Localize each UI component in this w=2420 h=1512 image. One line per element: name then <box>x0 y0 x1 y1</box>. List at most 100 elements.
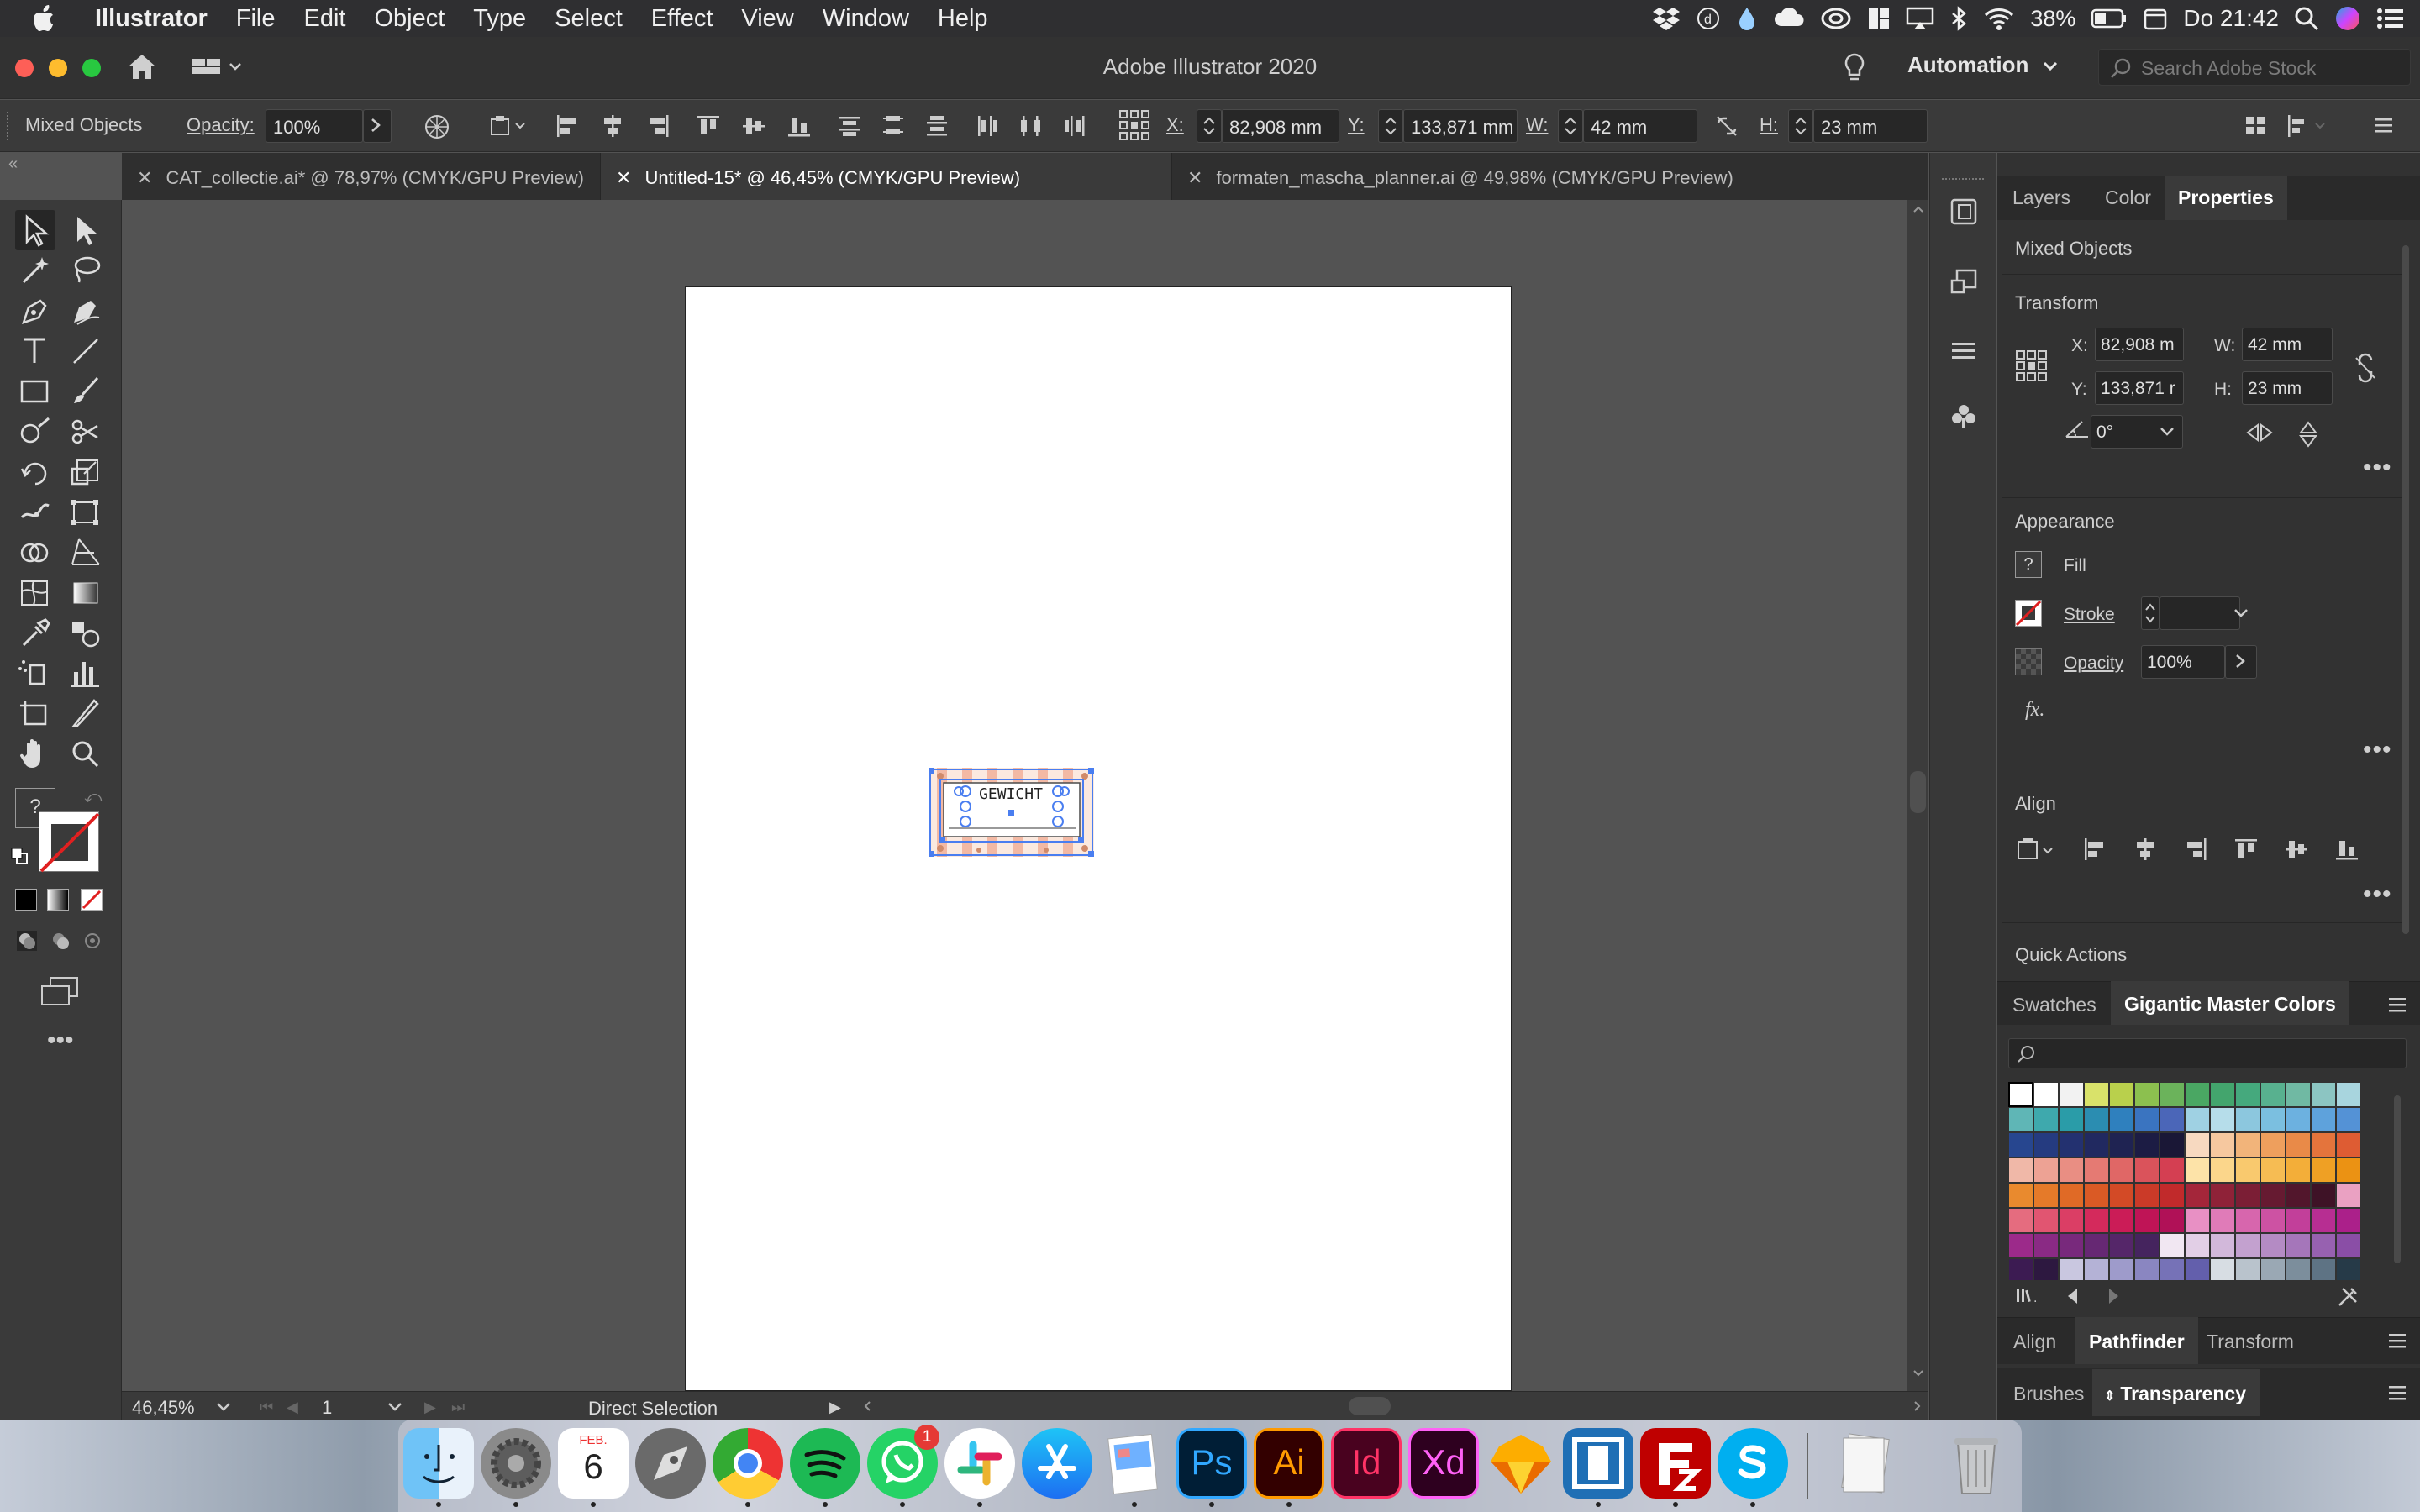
color-swatch[interactable] <box>2085 1133 2108 1157</box>
arrange-grid-icon[interactable] <box>2244 113 2269 139</box>
wifi-icon[interactable] <box>1983 6 2015 31</box>
color-swatch[interactable] <box>2337 1108 2360 1131</box>
color-swatch[interactable] <box>2110 1184 2133 1207</box>
y-stepper[interactable] <box>1378 109 1403 143</box>
close-icon[interactable]: ✕ <box>1187 167 1202 188</box>
flip-vertical-icon[interactable] <box>2296 420 2321 449</box>
color-swatch[interactable] <box>2211 1158 2234 1182</box>
screen-mode-icon[interactable] <box>39 976 81 1006</box>
draw-inside-icon[interactable] <box>81 929 104 953</box>
tab-gigantic-master-colors[interactable]: Gigantic Master Colors <box>2111 981 2349 1025</box>
opacity-arrow[interactable] <box>363 109 392 143</box>
color-swatch[interactable] <box>2286 1209 2310 1232</box>
w-label[interactable]: W: <box>1526 114 1548 136</box>
color-swatch[interactable] <box>2135 1108 2159 1131</box>
slack-dock-icon[interactable] <box>944 1428 1015 1499</box>
align-center-icon[interactable] <box>600 113 625 139</box>
color-swatch[interactable] <box>2008 1082 2033 1107</box>
color-swatch[interactable] <box>2160 1259 2184 1280</box>
menu-object[interactable]: Object <box>360 5 459 33</box>
selected-label-artwork[interactable]: GEWICHT <box>929 768 1094 857</box>
color-swatch[interactable] <box>2009 1234 2033 1257</box>
none-mode-icon[interactable] <box>81 889 103 911</box>
symbol-sprayer-tool[interactable] <box>15 654 55 694</box>
color-swatch[interactable] <box>2211 1133 2234 1157</box>
zoom-dropdown-icon[interactable] <box>216 1402 231 1412</box>
color-swatch[interactable] <box>2110 1108 2133 1131</box>
color-swatch[interactable] <box>2286 1108 2310 1131</box>
color-swatch[interactable] <box>2236 1108 2260 1131</box>
color-swatch[interactable] <box>2261 1158 2285 1182</box>
indesign-dock-icon[interactable]: Id <box>1331 1428 1402 1499</box>
app-menu-illustrator[interactable]: Illustrator <box>81 5 222 33</box>
color-swatch[interactable] <box>2009 1133 2033 1157</box>
workspace-switcher[interactable]: Automation <box>1907 52 2059 78</box>
calendar-dock-icon[interactable]: FEB. 6 <box>558 1428 629 1499</box>
scale-tool[interactable] <box>66 452 106 492</box>
color-swatch[interactable] <box>2312 1234 2335 1257</box>
status-menu-icon[interactable]: ▶ <box>829 1399 841 1416</box>
panel-h-field[interactable]: 23 mm <box>2242 371 2333 405</box>
drop-icon[interactable] <box>1736 6 1758 31</box>
color-swatch[interactable] <box>2135 1083 2159 1106</box>
color-swatch[interactable] <box>2261 1234 2285 1257</box>
panel-opacity-arrow[interactable] <box>2225 645 2257 679</box>
swatch-libraries-menu-icon[interactable]: . <box>2015 1284 2044 1307</box>
magic-wand-tool[interactable] <box>15 250 55 291</box>
control-bar-menu-icon[interactable] <box>2371 113 2396 139</box>
rotate-tool[interactable] <box>15 452 55 492</box>
stroke-weight-field[interactable] <box>2160 596 2240 630</box>
color-swatch[interactable] <box>2186 1234 2209 1257</box>
gradient-tool[interactable] <box>66 573 106 613</box>
artboard-number-field[interactable]: 1 <box>322 1397 389 1419</box>
shape-builder-tool[interactable] <box>15 533 55 573</box>
color-swatch[interactable] <box>2211 1209 2234 1232</box>
curvature-tool[interactable] <box>66 291 106 331</box>
color-swatch[interactable] <box>2160 1083 2184 1106</box>
menu-help[interactable]: Help <box>923 5 1002 33</box>
color-swatch[interactable] <box>2060 1234 2083 1257</box>
d-status-icon[interactable]: d <box>1696 6 1721 31</box>
color-swatch[interactable] <box>2085 1184 2108 1207</box>
stroke-label[interactable]: Stroke <box>2064 605 2115 625</box>
color-swatch[interactable] <box>2085 1083 2108 1106</box>
color-swatch[interactable] <box>2236 1184 2260 1207</box>
scroll-left-icon[interactable] <box>863 1400 871 1412</box>
rotate-angle-dropdown-icon[interactable] <box>2160 427 2175 437</box>
tab-transform[interactable]: Transform <box>2207 1331 2294 1353</box>
color-swatch[interactable] <box>2236 1083 2260 1106</box>
color-swatch[interactable] <box>2160 1184 2184 1207</box>
siri-icon[interactable] <box>2334 5 2361 32</box>
color-swatch[interactable] <box>2211 1083 2234 1106</box>
color-swatch[interactable] <box>2034 1158 2058 1182</box>
current-tool-status[interactable]: Direct Selection <box>588 1398 718 1420</box>
distribute-bottom-icon[interactable] <box>924 113 950 139</box>
spotlight-icon[interactable] <box>2294 6 2319 31</box>
type-tool[interactable] <box>15 331 55 371</box>
calendar-icon[interactable] <box>2143 6 2168 31</box>
color-swatch[interactable] <box>2186 1108 2209 1131</box>
flip-horizontal-icon[interactable] <box>2245 420 2274 445</box>
color-swatch[interactable] <box>2160 1108 2184 1131</box>
color-swatch[interactable] <box>2337 1234 2360 1257</box>
panel-align-bottom-icon[interactable] <box>2334 837 2360 862</box>
preview-dock-icon[interactable] <box>1099 1428 1170 1499</box>
color-swatch[interactable] <box>2261 1184 2285 1207</box>
color-swatch[interactable] <box>2286 1083 2310 1106</box>
w-field[interactable]: 42 mm <box>1583 109 1697 143</box>
fill-swatch[interactable]: ? <box>2015 551 2042 578</box>
asset-export-icon[interactable] <box>1949 267 1979 297</box>
menu-select[interactable]: Select <box>540 5 637 33</box>
scroll-thumb[interactable] <box>2402 245 2409 934</box>
apple-icon[interactable] <box>0 5 81 32</box>
tab-color[interactable]: Color <box>2105 186 2151 209</box>
color-swatch[interactable] <box>2110 1209 2133 1232</box>
slice-tool[interactable] <box>66 694 106 734</box>
color-swatch[interactable] <box>2009 1209 2033 1232</box>
spotify-dock-icon[interactable] <box>790 1428 860 1499</box>
skype-dock-icon[interactable] <box>1718 1428 1788 1499</box>
color-swatch[interactable] <box>2110 1234 2133 1257</box>
tab-pathfinder[interactable]: Pathfinder <box>2075 1317 2198 1364</box>
color-swatch[interactable] <box>2009 1259 2033 1280</box>
color-swatch[interactable] <box>2060 1209 2083 1232</box>
